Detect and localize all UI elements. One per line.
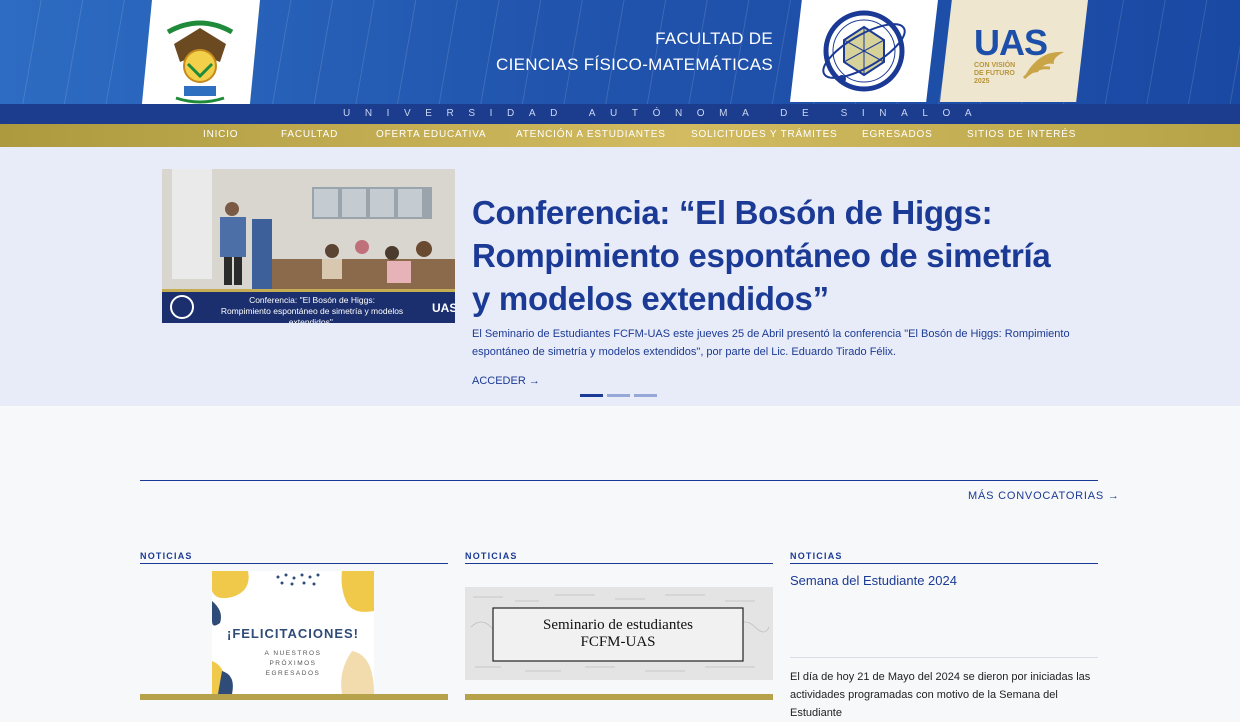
section-divider (140, 480, 1098, 481)
news-card-2[interactable]: NOTICIAS Seminario de estudiantes FCFM-U… (465, 548, 773, 700)
card-text: El día de hoy 21 de Mayo del 2024 se die… (790, 671, 1091, 719)
card-divider (465, 563, 773, 564)
card-divider (140, 563, 448, 564)
card-image-subtitle: A NUESTROS PRÓXIMOS EGRESADOS (264, 650, 322, 677)
hero-title[interactable]: Conferencia: “El Bosón de Higgs: Rompimi… (472, 191, 1072, 320)
card-image-title: ¡FELICITACIONES! (226, 626, 360, 641)
card-image-title-line2: FCFM-UAS (580, 634, 656, 650)
crest-icon (166, 20, 234, 104)
hero-description: El Seminario de Estudiantes FCFM-UAS est… (472, 328, 1070, 358)
card-footer-bar (465, 694, 773, 700)
nav-facultad[interactable]: FACULTAD (281, 129, 338, 140)
nav-solicitudes-tramites[interactable]: SOLICITUDES Y TRÁMITES (691, 129, 838, 140)
svg-text:UAS: UAS (432, 301, 455, 315)
hero-access-link[interactable]: ACCEDER → (472, 375, 540, 387)
news-card-1[interactable]: NOTICIAS ¡FELICITACIONES! A NUESTROS PRÓ… (140, 548, 448, 700)
card-footer-bar (140, 694, 448, 700)
card-image-title-line1: Seminario de estudiantes (543, 617, 693, 633)
uas-logo[interactable]: UAS CON VISIÓN DE FUTURO 2025 (940, 0, 1088, 102)
main-nav: INICIO FACULTAD OFERTA EDUCATIVA ATENCIÓ… (0, 124, 1240, 147)
card-category: NOTICIAS (790, 551, 843, 561)
atom-seal-icon (822, 10, 906, 92)
hero-carousel: UAS Conferencia: "El Bosón de Higgs: Rom… (0, 147, 1240, 406)
nav-oferta-educativa[interactable]: OFERTA EDUCATIVA (376, 129, 486, 140)
card-image[interactable]: ¡FELICITACIONES! A NUESTROS PRÓXIMOS EGR… (212, 571, 374, 694)
more-calls-link[interactable]: MÁS CONVOCATORIAS → (968, 490, 1120, 502)
faculty-title-line2: CIENCIAS FÍSICO-MATEMÁTICAS (496, 55, 773, 74)
faculty-title-line1: FACULTAD DE (655, 29, 773, 48)
faculty-title: FACULTAD DE CIENCIAS FÍSICO-MATEMÁTICAS (496, 26, 773, 78)
site-header: FACULTAD DE CIENCIAS FÍSICO-MATEMÁTICAS … (0, 0, 1240, 124)
image-caption-line1: Conferencia: "El Bosón de Higgs: (249, 295, 375, 305)
carousel-indicators (580, 384, 661, 402)
hero-image[interactable]: UAS Conferencia: "El Bosón de Higgs: Rom… (162, 169, 455, 323)
card-text-divider (790, 657, 1098, 658)
nav-egresados[interactable]: EGRESADOS (862, 129, 933, 140)
carousel-dot-3[interactable] (634, 394, 657, 397)
image-caption-line2: Rompimiento espontáneo de simetría y mod… (220, 306, 404, 323)
eagle-icon (1022, 51, 1064, 80)
nav-inicio[interactable]: INICIO (203, 129, 238, 140)
fcfm-logo[interactable] (790, 0, 938, 102)
university-name: UNIVERSIDAD AUTÓNOMA DE SINALOA (343, 108, 987, 119)
carousel-dot-2[interactable] (607, 394, 630, 397)
card-category: NOTICIAS (140, 551, 193, 561)
nav-atencion-estudiantes[interactable]: ATENCIÓN A ESTUDIANTES (516, 129, 666, 140)
card-title[interactable]: Semana del Estudiante 2024 (790, 573, 957, 588)
news-card-3[interactable]: NOTICIAS Semana del Estudiante 2024 El d… (790, 548, 1098, 719)
card-divider (790, 563, 1098, 564)
carousel-dot-1[interactable] (580, 394, 603, 397)
card-image[interactable]: Seminario de estudiantes FCFM-UAS (465, 587, 773, 680)
card-category: NOTICIAS (465, 551, 518, 561)
nav-sitios-interes[interactable]: SITIOS DE INTERÉS (967, 129, 1076, 140)
